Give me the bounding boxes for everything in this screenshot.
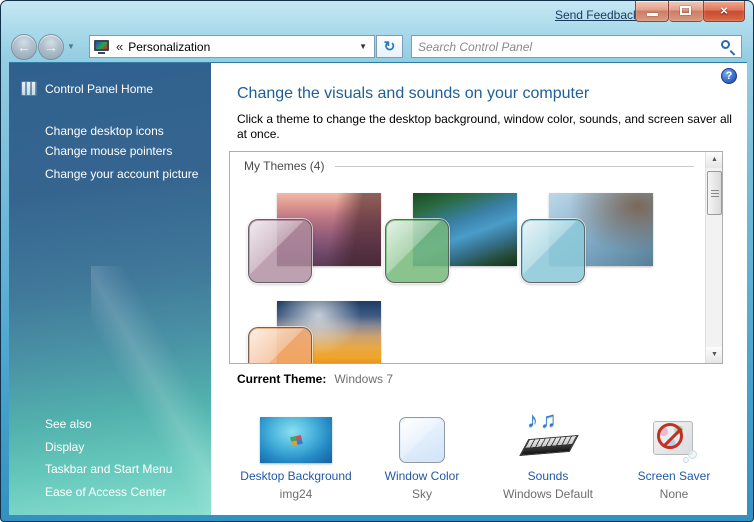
group-divider bbox=[335, 166, 694, 167]
navigation-bar: ← → ▼ « Personalization ▼ ↻ bbox=[1, 31, 753, 63]
personalization-icon bbox=[94, 40, 109, 53]
sounds-link[interactable]: Sounds bbox=[528, 469, 569, 483]
control-panel-home-icon bbox=[21, 81, 37, 96]
prohibition-icon bbox=[657, 423, 683, 449]
breadcrumb-location: Personalization bbox=[128, 40, 356, 54]
music-notes-icon: ♪♫ bbox=[527, 407, 559, 433]
current-theme-row: Current Theme: Windows 7 bbox=[237, 372, 393, 386]
close-icon: × bbox=[704, 1, 744, 21]
recent-pages-dropdown[interactable]: ▼ bbox=[67, 42, 75, 51]
theme-item-2[interactable] bbox=[385, 219, 449, 283]
scroll-up-icon[interactable]: ▲ bbox=[706, 152, 723, 168]
address-bar[interactable]: « Personalization ▼ bbox=[89, 35, 375, 58]
sounds-value: Windows Default bbox=[503, 487, 593, 501]
send-feedback-link[interactable]: Send Feedback bbox=[555, 8, 639, 22]
screen-saver-setting: Screen Saver None bbox=[611, 403, 737, 501]
page-title: Change the visuals and sounds on your co… bbox=[237, 85, 589, 103]
search-icon[interactable] bbox=[719, 38, 737, 56]
refresh-button[interactable]: ↻ bbox=[376, 35, 403, 58]
windows-logo-icon bbox=[290, 435, 303, 446]
search-input[interactable] bbox=[412, 36, 719, 57]
sidebar-item-control-panel-home[interactable]: Control Panel Home bbox=[21, 81, 153, 96]
personalization-window: Send Feedback × ← → ▼ « Personalization … bbox=[0, 0, 754, 522]
sidebar-item-change-desktop-icons[interactable]: Change desktop icons bbox=[45, 124, 164, 138]
window-color-link[interactable]: Window Color bbox=[385, 469, 460, 483]
main-area: Control Panel Home Change desktop icons … bbox=[9, 63, 747, 515]
window-color-icon[interactable] bbox=[399, 417, 445, 463]
sounds-icon[interactable]: ♪♫ bbox=[519, 411, 577, 463]
screen-saver-link[interactable]: Screen Saver bbox=[638, 469, 711, 483]
maximize-button[interactable] bbox=[669, 1, 703, 22]
see-also-header: See also bbox=[45, 417, 92, 431]
caption-buttons: × bbox=[635, 1, 745, 22]
page-description: Click a theme to change the desktop back… bbox=[237, 112, 745, 142]
my-themes-group-label: My Themes (4) bbox=[244, 159, 332, 173]
current-theme-label: Current Theme: bbox=[237, 372, 326, 386]
screen-saver-value: None bbox=[660, 487, 689, 501]
sidebar-item-display[interactable]: Display bbox=[45, 440, 84, 454]
breadcrumb-overflow-icon[interactable]: « bbox=[116, 39, 123, 54]
gallery-scrollbar[interactable]: ▲ ▼ bbox=[705, 152, 722, 363]
desktop-background-setting: Desktop Background img24 bbox=[233, 403, 359, 501]
desktop-background-icon[interactable] bbox=[260, 417, 332, 463]
back-button[interactable]: ← bbox=[11, 34, 37, 60]
bubble-icon bbox=[683, 457, 689, 463]
minimize-icon bbox=[647, 13, 658, 16]
desktop-background-value: img24 bbox=[280, 487, 313, 501]
sounds-setting: ♪♫ Sounds Windows Default bbox=[485, 403, 611, 501]
current-theme-value: Windows 7 bbox=[334, 372, 393, 386]
theme-gallery: My Themes (4) ▲ ▼ bbox=[229, 151, 723, 364]
theme-item-1[interactable] bbox=[248, 219, 312, 283]
address-dropdown-icon[interactable]: ▼ bbox=[356, 42, 370, 51]
screen-saver-icon[interactable] bbox=[649, 415, 699, 463]
sidebar-item-ease-of-access[interactable]: Ease of Access Center bbox=[45, 485, 166, 499]
search-box[interactable] bbox=[411, 35, 742, 58]
scrollbar-thumb[interactable] bbox=[707, 171, 722, 215]
control-panel-home-label: Control Panel Home bbox=[45, 82, 153, 96]
sidebar-item-taskbar-start-menu[interactable]: Taskbar and Start Menu bbox=[45, 462, 172, 476]
close-button[interactable]: × bbox=[703, 1, 745, 22]
theme-settings-row: Desktop Background img24 Window Color Sk… bbox=[233, 403, 737, 501]
title-bar: Send Feedback × bbox=[1, 1, 753, 31]
forward-button[interactable]: → bbox=[38, 34, 64, 60]
keyboard-icon bbox=[519, 435, 579, 456]
sidebar-item-change-mouse-pointers[interactable]: Change mouse pointers bbox=[45, 144, 172, 158]
window-color-setting: Window Color Sky bbox=[359, 403, 485, 501]
sidebar-item-change-account-picture[interactable]: Change your account picture bbox=[45, 167, 198, 181]
sidebar: Control Panel Home Change desktop icons … bbox=[9, 63, 211, 515]
help-icon[interactable]: ? bbox=[721, 68, 737, 84]
scroll-down-icon[interactable]: ▼ bbox=[706, 347, 723, 363]
maximize-icon bbox=[680, 6, 691, 15]
theme-item-4[interactable] bbox=[248, 327, 312, 364]
window-color-value: Sky bbox=[412, 487, 432, 501]
minimize-button[interactable] bbox=[635, 1, 669, 22]
desktop-background-link[interactable]: Desktop Background bbox=[240, 469, 351, 483]
bubble-icon bbox=[688, 450, 697, 459]
content-pane: ? Change the visuals and sounds on your … bbox=[211, 63, 747, 515]
theme-item-3[interactable] bbox=[521, 219, 585, 283]
